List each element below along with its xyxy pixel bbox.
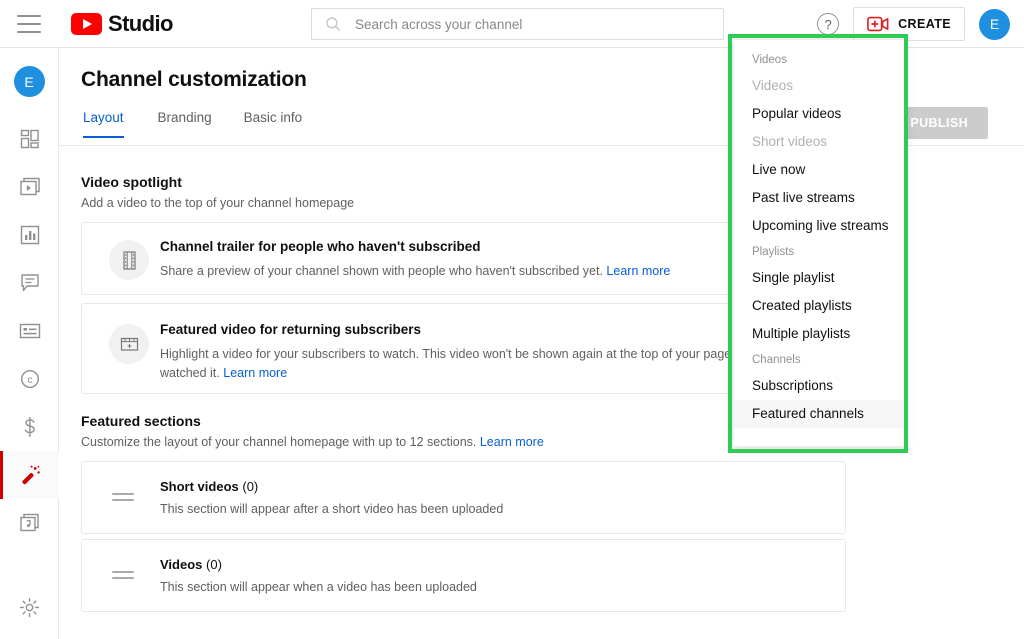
sidebar-item-copyright[interactable]: c bbox=[0, 355, 59, 403]
video-slate-icon bbox=[109, 324, 149, 364]
dropdown-item-past-live-streams[interactable]: Past live streams bbox=[734, 184, 904, 212]
dropdown-item-subscriptions[interactable]: Subscriptions bbox=[734, 372, 904, 400]
film-strip-icon bbox=[109, 240, 149, 280]
analytics-bar-chart-icon bbox=[20, 225, 40, 245]
sidebar-item-content[interactable] bbox=[0, 163, 59, 211]
short-videos-row-title-text: Short videos bbox=[160, 479, 239, 494]
featured-video-learn-more-link[interactable]: Learn more bbox=[223, 366, 287, 380]
create-button-label: CREATE bbox=[898, 17, 951, 31]
search-input[interactable] bbox=[355, 17, 723, 32]
dropdown-item-short-videos: Short videos bbox=[734, 128, 904, 156]
dropdown-item-live-now[interactable]: Live now bbox=[734, 156, 904, 184]
dropdown-item-single-playlist[interactable]: Single playlist bbox=[734, 264, 904, 292]
hamburger-bar bbox=[17, 23, 41, 25]
create-video-icon bbox=[867, 15, 889, 33]
dropdown-item-created-playlists[interactable]: Created playlists bbox=[734, 292, 904, 320]
channel-trailer-learn-more-link[interactable]: Learn more bbox=[606, 264, 670, 278]
tab-layout[interactable]: Layout bbox=[81, 110, 142, 138]
music-note-icon bbox=[19, 513, 41, 533]
sidebar-item-customization[interactable] bbox=[0, 451, 59, 499]
brand-text: Studio bbox=[108, 11, 173, 37]
short-videos-row-description: This section will appear after a short v… bbox=[160, 502, 503, 516]
hamburger-bar bbox=[17, 31, 41, 33]
help-glyph: ? bbox=[825, 17, 832, 32]
sidebar-item-dashboard[interactable] bbox=[0, 115, 59, 163]
featured-video-description-text: Highlight a video for your subscribers t… bbox=[160, 347, 810, 361]
hamburger-bar bbox=[17, 15, 41, 17]
content-video-icon bbox=[19, 177, 41, 197]
sidebar-channel-avatar[interactable]: E bbox=[14, 66, 45, 97]
drag-handle-icon[interactable] bbox=[112, 493, 134, 501]
search-bar[interactable] bbox=[311, 8, 724, 40]
tab-bar: Layout Branding Basic info bbox=[81, 110, 318, 138]
dropdown-item-multiple-playlists[interactable]: Multiple playlists bbox=[734, 320, 904, 348]
sidebar-item-comments[interactable] bbox=[0, 259, 59, 307]
gear-icon bbox=[19, 597, 40, 618]
channel-trailer-title: Channel trailer for people who haven't s… bbox=[160, 239, 481, 254]
videos-row-title-text: Videos bbox=[160, 557, 202, 572]
create-button[interactable]: CREATE bbox=[853, 7, 965, 41]
dropdown-item-featured-channels[interactable]: Featured channels bbox=[734, 400, 904, 428]
featured-video-card[interactable]: Featured video for returning subscribers… bbox=[81, 303, 846, 394]
add-section-dropdown-menu: Videos Videos Popular videos Short video… bbox=[733, 39, 905, 447]
sidebar-item-settings[interactable] bbox=[0, 583, 59, 631]
copyright-icon: c bbox=[20, 369, 40, 389]
featured-sections-learn-more-link[interactable]: Learn more bbox=[480, 435, 544, 449]
sidebar-item-earn[interactable] bbox=[0, 403, 59, 451]
hamburger-icon[interactable] bbox=[17, 15, 41, 33]
studio-logo[interactable]: Studio bbox=[71, 11, 173, 37]
comment-bubble-icon bbox=[20, 273, 40, 293]
dollar-sign-icon bbox=[20, 416, 40, 438]
channel-trailer-card[interactable]: Channel trailer for people who haven't s… bbox=[81, 222, 846, 295]
featured-video-description-text-2: watched it. bbox=[160, 366, 220, 380]
dropdown-item-upcoming-live-streams[interactable]: Upcoming live streams bbox=[734, 212, 904, 240]
dropdown-group-label-videos: Videos bbox=[734, 48, 904, 72]
featured-sections-heading: Featured sections bbox=[81, 413, 201, 429]
sidebar-item-audio-library[interactable] bbox=[0, 499, 59, 547]
video-spotlight-heading: Video spotlight bbox=[81, 174, 182, 190]
tab-basic-info[interactable]: Basic info bbox=[228, 110, 319, 138]
dropdown-group-label-channels: Channels bbox=[734, 348, 904, 372]
account-avatar[interactable]: E bbox=[979, 9, 1010, 40]
sidebar-item-subtitles[interactable] bbox=[0, 307, 59, 355]
featured-section-row-videos[interactable]: Videos (0) This section will appear when… bbox=[81, 539, 846, 612]
dropdown-item-videos: Videos bbox=[734, 72, 904, 100]
avatar-initial: E bbox=[990, 16, 999, 32]
sidebar-avatar-initial: E bbox=[24, 74, 33, 90]
featured-section-row-short-videos[interactable]: Short videos (0) This section will appea… bbox=[81, 461, 846, 534]
featured-sections-subheading: Customize the layout of your channel hom… bbox=[81, 435, 544, 449]
videos-row-count: (0) bbox=[206, 557, 222, 572]
left-sidebar: E bbox=[0, 48, 59, 639]
drag-handle-icon[interactable] bbox=[112, 571, 134, 579]
short-videos-row-count: (0) bbox=[242, 479, 258, 494]
featured-video-title: Featured video for returning subscribers bbox=[160, 322, 421, 337]
page-title: Channel customization bbox=[81, 68, 307, 92]
videos-row-description: This section will appear when a video ha… bbox=[160, 580, 477, 594]
sidebar-item-analytics[interactable] bbox=[0, 211, 59, 259]
short-videos-row-title: Short videos (0) bbox=[160, 479, 258, 494]
youtube-studio-window: Studio ? CREATE E bbox=[0, 0, 1024, 639]
search-icon bbox=[324, 15, 342, 33]
featured-sections-subheading-text: Customize the layout of your channel hom… bbox=[81, 435, 476, 449]
channel-trailer-description-text: Share a preview of your channel shown wi… bbox=[160, 264, 603, 278]
youtube-logo-icon bbox=[71, 13, 102, 35]
subtitles-icon bbox=[19, 322, 41, 340]
help-icon[interactable]: ? bbox=[817, 13, 839, 35]
dropdown-item-popular-videos[interactable]: Popular videos bbox=[734, 100, 904, 128]
magic-wand-icon bbox=[19, 464, 41, 486]
video-spotlight-subheading: Add a video to the top of your channel h… bbox=[81, 196, 354, 210]
tab-branding[interactable]: Branding bbox=[142, 110, 228, 138]
dropdown-group-label-playlists: Playlists bbox=[734, 240, 904, 264]
videos-row-title: Videos (0) bbox=[160, 557, 222, 572]
svg-text:c: c bbox=[27, 374, 32, 386]
dashboard-icon bbox=[20, 129, 40, 149]
